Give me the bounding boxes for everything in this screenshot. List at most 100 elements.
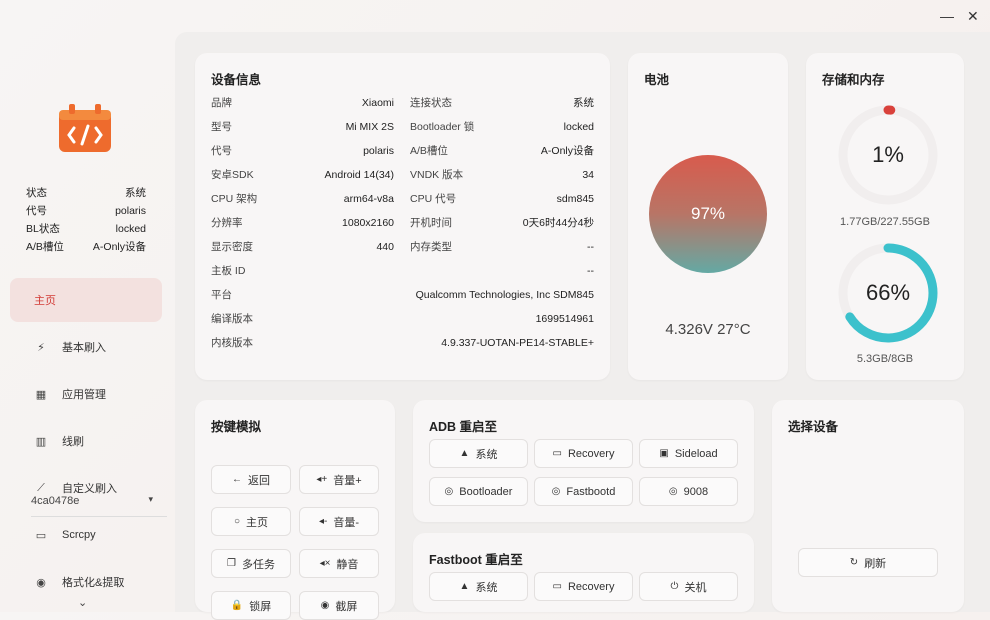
key-button[interactable]: ◂× 静音 xyxy=(299,549,379,578)
info-label: CPU 架构 xyxy=(211,193,258,205)
key-button[interactable]: ← 返回 xyxy=(211,465,291,494)
key-button[interactable]: ◉ 截屏 xyxy=(299,591,379,620)
card-title: 选择设备 xyxy=(788,420,839,434)
fastboot-reboot-button[interactable]: ▭ Recovery xyxy=(534,572,633,601)
info-value: locked xyxy=(563,121,594,133)
info-label: VNDK 版本 xyxy=(410,169,464,181)
line-flash-icon: ▥ xyxy=(35,435,47,448)
adb-reboot-button[interactable]: ◎ 9008 xyxy=(639,477,738,506)
status-row: A/B槽位 A-Only设备 xyxy=(26,241,146,253)
adb-reboot-button[interactable]: ▣ Sideload xyxy=(639,439,738,468)
minimize-button[interactable]: — xyxy=(940,8,954,24)
sidebar-nav: 主页 ⚡ 基本刷入 ▦ 应用管理 ▥ 线刷 ⟋ 自定义刷入 ▭ Scrcpy ◉… xyxy=(10,278,162,607)
storage-memory-card: 存储和内存 1% 1.77GB/227.55GB 66% 5.3GB/8GB xyxy=(806,53,964,380)
refresh-button[interactable]: ↻ 刷新 xyxy=(798,548,938,577)
info-label: 安卓SDK xyxy=(211,169,254,181)
info-value: 4.9.337-UOTAN-PE14-STABLE+ xyxy=(441,337,594,349)
device-select-value: 4ca0478e xyxy=(31,495,80,507)
info-row: 分辨率 1080x2160 开机时间 0天6时44分4秒 xyxy=(195,211,610,235)
info-value: 440 xyxy=(376,241,394,253)
info-label: 主板 ID xyxy=(211,265,246,277)
app-logo-icon xyxy=(59,104,111,152)
info-value: 34 xyxy=(582,169,594,181)
adb-reboot-icon: ◎ xyxy=(444,486,454,497)
info-value: Qualcomm Technologies, Inc SDM845 xyxy=(415,289,594,301)
key-icon: 🔒 xyxy=(230,600,244,611)
adb-reboot-label: Recovery xyxy=(567,447,615,460)
info-value: sdm845 xyxy=(556,193,594,205)
status-row: BL状态 locked xyxy=(26,223,146,235)
memory-ring: 66% xyxy=(836,241,940,345)
adb-reboot-label: Sideload xyxy=(674,447,718,460)
storage-detail: 1.77GB/227.55GB xyxy=(840,216,930,228)
key-label: 音量- xyxy=(333,516,360,529)
key-button[interactable]: ◂+ 音量+ xyxy=(299,465,379,494)
key-icon: ◂- xyxy=(318,516,328,527)
info-row: 主板 ID -- xyxy=(195,259,610,283)
adb-reboot-card: ADB 重启至 ▲ 系统 ▭ Recovery ▣ Sideload ◎ Bootloader… xyxy=(413,400,754,522)
info-label: 开机时间 xyxy=(410,217,452,229)
info-value: 系统 xyxy=(573,97,594,109)
fastboot-reboot-button[interactable]: ⏻ 关机 xyxy=(639,572,738,601)
key-label: 返回 xyxy=(248,474,270,487)
info-row: 编译版本 1699514961 xyxy=(195,307,610,331)
info-value: Xiaomi xyxy=(361,97,394,109)
adb-reboot-label: Fastbootd xyxy=(566,485,616,498)
card-title: ADB 重启至 xyxy=(429,420,498,434)
fastboot-reboot-icon: ▭ xyxy=(552,581,562,592)
info-label: CPU 代号 xyxy=(410,193,457,205)
sidebar-item-home[interactable]: 主页 xyxy=(10,278,162,322)
key-button[interactable]: ○ 主页 xyxy=(211,507,291,536)
info-value: 1080x2160 xyxy=(342,217,394,229)
info-row: 品牌 Xiaomi 连接状态 系统 xyxy=(195,91,610,115)
info-label: 显示密度 xyxy=(211,241,253,253)
fastboot-reboot-label: Recovery xyxy=(567,580,615,593)
key-icon: ◉ xyxy=(320,600,330,611)
key-simulation-card: 按键模拟 ← 返回 ◂+ 音量+ ○ 主页 ◂- 音量- ❐ 多任务 ◂× 静音 🔒 锁屏 ◉ 截屏 xyxy=(195,400,395,620)
info-label: A/B槽位 xyxy=(410,145,448,157)
key-label: 主页 xyxy=(246,516,269,529)
info-row: 型号 Mi MIX 2S Bootloader 锁 locked xyxy=(195,115,610,139)
fastboot-reboot-button[interactable]: ▲ 系统 xyxy=(429,572,528,601)
adb-reboot-button[interactable]: ▲ 系统 xyxy=(429,439,528,468)
adb-reboot-icon: ▣ xyxy=(659,448,669,459)
adb-reboot-label: Bootloader xyxy=(459,485,513,498)
fastboot-reboot-label: 关机 xyxy=(684,581,707,594)
info-value: -- xyxy=(587,265,594,277)
fastboot-reboot-icon: ▲ xyxy=(459,581,470,592)
chevron-down-icon[interactable]: ⌄ xyxy=(78,596,87,609)
card-title: 设备信息 xyxy=(211,73,262,87)
key-label: 静音 xyxy=(336,558,359,571)
sidebar-item-scrcpy[interactable]: ▭ Scrcpy xyxy=(10,513,162,557)
memory-detail: 5.3GB/8GB xyxy=(856,353,914,365)
info-label: Bootloader 锁 xyxy=(410,121,475,133)
info-value: 0天6时44分4秒 xyxy=(522,217,594,229)
card-title: 电池 xyxy=(644,73,670,87)
device-select[interactable]: 4ca0478e ▾ xyxy=(31,488,167,517)
key-icon: ❐ xyxy=(227,558,236,569)
screen-icon: ▭ xyxy=(35,529,47,542)
key-button[interactable]: 🔒 锁屏 xyxy=(211,591,291,620)
sidebar-item-basic-flash[interactable]: ⚡ 基本刷入 xyxy=(10,325,162,369)
adb-reboot-button[interactable]: ◎ Bootloader xyxy=(429,477,528,506)
sidebar-item-line-flash[interactable]: ▥ 线刷 xyxy=(10,419,162,463)
info-label: 内核版本 xyxy=(211,337,253,349)
adb-reboot-button[interactable]: ◎ Fastbootd xyxy=(534,477,633,506)
sidebar: 状态 系统 代号 polaris BL状态 locked A/B槽位 A-Only设备 … xyxy=(0,0,175,612)
info-label: 品牌 xyxy=(211,97,232,109)
close-button[interactable]: ✕ xyxy=(967,8,979,25)
apps-icon: ▦ xyxy=(35,388,47,401)
key-label: 音量+ xyxy=(333,474,362,487)
select-device-card: 选择设备 xyxy=(772,400,964,612)
info-value: -- xyxy=(587,241,594,253)
status-row: 代号 polaris xyxy=(26,205,146,217)
battery-level-circle: 97% xyxy=(649,155,767,273)
info-label: 内存类型 xyxy=(410,241,452,253)
key-button[interactable]: ◂- 音量- xyxy=(299,507,379,536)
adb-reboot-button[interactable]: ▭ Recovery xyxy=(534,439,633,468)
battery-voltage-temp: 4.326V 27°C xyxy=(665,321,751,338)
sidebar-item-app-management[interactable]: ▦ 应用管理 xyxy=(10,372,162,416)
key-button[interactable]: ❐ 多任务 xyxy=(211,549,291,578)
info-value: Android 14(34) xyxy=(324,169,394,181)
key-icon: ◂× xyxy=(319,558,331,569)
